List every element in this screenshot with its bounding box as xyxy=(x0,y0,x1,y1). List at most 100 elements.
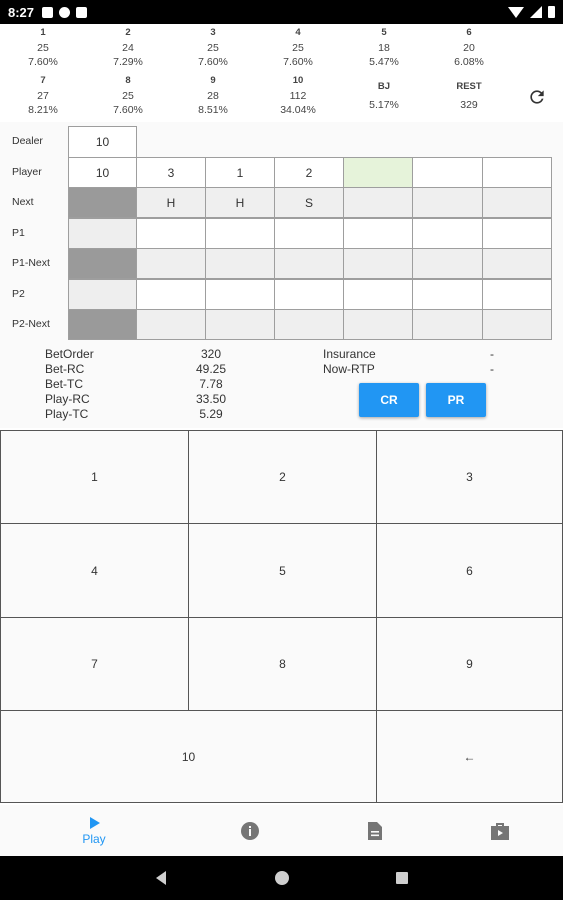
p2-cell-1[interactable] xyxy=(68,279,137,310)
stat-count: 25 xyxy=(122,89,134,102)
stat-card-5: 5 18 5.47% xyxy=(341,26,427,70)
stat-label: REST xyxy=(456,81,482,92)
player-cell-3[interactable]: 1 xyxy=(205,157,275,188)
nav-info[interactable] xyxy=(180,805,320,856)
next-cell-5 xyxy=(343,187,413,218)
info-label-betorder: BetOrder xyxy=(45,347,94,361)
p1-cell-7[interactable] xyxy=(482,218,552,249)
stat-percent: 7.60% xyxy=(28,56,58,68)
p1-cell-3[interactable] xyxy=(205,218,275,249)
key-9[interactable]: 9 xyxy=(376,617,563,711)
stat-label: 8 xyxy=(125,75,131,86)
stat-count: 24 xyxy=(122,41,134,54)
row-label-p1-next: P1-Next xyxy=(12,257,50,269)
player-cell-5-selected[interactable] xyxy=(343,157,413,188)
cr-button[interactable]: CR xyxy=(359,383,419,417)
row-label-player: Player xyxy=(12,166,42,178)
recents-button[interactable] xyxy=(382,856,422,900)
row-label-dealer: Dealer xyxy=(12,135,43,147)
stat-card-bj: BJ 5.17% xyxy=(341,80,427,112)
stat-card-6: 6 20 6.08% xyxy=(426,26,512,70)
p2-cell-2[interactable] xyxy=(136,279,206,310)
player-cell-7[interactable] xyxy=(482,157,552,188)
p1-next-cell-6 xyxy=(412,248,483,279)
key-2[interactable]: 2 xyxy=(188,430,377,524)
p2-next-cell-5 xyxy=(343,309,413,340)
back-button[interactable] xyxy=(141,856,181,900)
p1-next-cell-5 xyxy=(343,248,413,279)
stat-card-1: 1 25 7.60% xyxy=(0,26,86,70)
info-value-betorder: 320 xyxy=(200,347,222,361)
p1-cell-6[interactable] xyxy=(412,218,483,249)
stat-label: 9 xyxy=(210,75,216,86)
p1-cell-5[interactable] xyxy=(343,218,413,249)
player-cell-1[interactable]: 10 xyxy=(68,157,137,188)
stat-label: BJ xyxy=(377,81,391,92)
next-cell-1 xyxy=(68,187,137,218)
stat-percent: 8.21% xyxy=(28,104,58,116)
stat-count: 18 xyxy=(378,41,390,54)
key-8[interactable]: 8 xyxy=(188,617,377,711)
stat-count: 27 xyxy=(37,89,49,102)
player-cell-6[interactable] xyxy=(412,157,483,188)
key-4[interactable]: 4 xyxy=(0,523,189,618)
key-6[interactable]: 6 xyxy=(376,523,563,618)
stat-count: 28 xyxy=(207,89,219,102)
p2-cell-4[interactable] xyxy=(274,279,344,310)
stat-card-2: 2 24 7.29% xyxy=(85,26,171,70)
row-label-next: Next xyxy=(12,196,34,208)
p1-next-cell-7 xyxy=(482,248,552,279)
p2-next-cell-7 xyxy=(482,309,552,340)
key-5[interactable]: 5 xyxy=(188,523,377,618)
row-label-p1: P1 xyxy=(12,227,25,239)
stat-percent: 8.51% xyxy=(198,104,228,116)
p2-cell-7[interactable] xyxy=(482,279,552,310)
nav-shop[interactable] xyxy=(430,805,563,856)
stat-count: 25 xyxy=(37,41,49,54)
stat-percent: 7.60% xyxy=(113,104,143,116)
info-value-bet-tc: 7.78 xyxy=(199,377,223,391)
player-cell-2[interactable]: 3 xyxy=(136,157,206,188)
info-label-play-tc: Play-TC xyxy=(45,407,89,421)
p1-next-cell-2 xyxy=(136,248,206,279)
battery-icon xyxy=(548,6,555,18)
p1-cell-1[interactable] xyxy=(68,218,137,249)
p2-next-cell-1 xyxy=(68,309,137,340)
key-1[interactable]: 1 xyxy=(0,430,189,524)
p2-next-cell-2 xyxy=(136,309,206,340)
refresh-button[interactable] xyxy=(526,86,548,108)
status-bar: 8:27 xyxy=(0,0,563,24)
document-icon xyxy=(368,821,382,840)
p1-cell-4[interactable] xyxy=(274,218,344,249)
recents-icon xyxy=(396,872,408,884)
info-label-bet-tc: Bet-TC xyxy=(45,377,84,391)
p2-cell-6[interactable] xyxy=(412,279,483,310)
key-10[interactable]: 10 xyxy=(0,710,377,803)
signal-icon xyxy=(530,6,542,18)
player-cell-4[interactable]: 2 xyxy=(274,157,344,188)
p1-next-cell-1 xyxy=(68,248,137,279)
backspace-key[interactable]: ← xyxy=(376,710,563,803)
p2-cell-3[interactable] xyxy=(205,279,275,310)
sim-icon xyxy=(76,6,88,18)
next-cell-3: H xyxy=(205,187,275,218)
stat-value: 5.17% xyxy=(369,98,399,111)
pr-button[interactable]: PR xyxy=(426,383,486,417)
nav-document[interactable] xyxy=(305,805,445,856)
stat-count: 112 xyxy=(289,89,307,102)
dealer-cell[interactable]: 10 xyxy=(68,126,137,158)
stat-card-7: 7 27 8.21% xyxy=(0,74,86,118)
p1-next-cell-3 xyxy=(205,248,275,279)
nav-play[interactable]: Play xyxy=(24,805,164,856)
p1-cell-2[interactable] xyxy=(136,218,206,249)
home-button[interactable] xyxy=(262,856,302,900)
bottom-nav: Play xyxy=(0,805,563,856)
wifi-icon xyxy=(508,6,524,18)
info-label-play-rc: Play-RC xyxy=(45,392,90,406)
key-3[interactable]: 3 xyxy=(376,430,563,524)
stat-label: 2 xyxy=(125,27,131,38)
stat-percent: 7.60% xyxy=(198,56,228,68)
key-7[interactable]: 7 xyxy=(0,617,189,711)
p2-cell-5[interactable] xyxy=(343,279,413,310)
next-cell-4: S xyxy=(274,187,344,218)
